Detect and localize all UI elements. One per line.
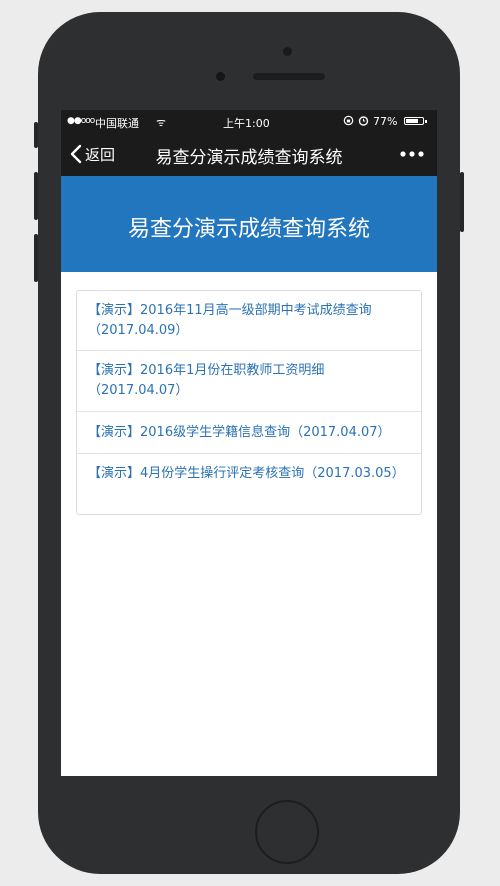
list-item-title[interactable]: 【演示】2016年11月高一级部期中考试成绩查询（2017.04.09）	[88, 301, 411, 341]
list-item-title[interactable]: 【演示】4月份学生操行评定考核查询（2017.03.05）	[88, 464, 411, 484]
list-item[interactable]: 【演示】2016年11月高一级部期中考试成绩查询（2017.04.09）	[77, 291, 421, 351]
volume-down-button	[34, 234, 38, 282]
phone-screen: ●●ooo 中国联通 ᯤ 上午1:00 77% 返回 易查分演示成绩查询系统 易…	[61, 110, 437, 776]
alarm-icon	[358, 115, 369, 129]
query-list: 【演示】2016年11月高一级部期中考试成绩查询（2017.04.09） 【演示…	[76, 290, 422, 515]
back-label: 返回	[85, 145, 116, 164]
nav-bar: 返回 易查分演示成绩查询系统	[61, 132, 437, 176]
camera-dot	[283, 47, 292, 56]
status-bar: ●●ooo 中国联通 ᯤ 上午1:00 77%	[61, 110, 437, 132]
banner-title: 易查分演示成绩查询系统	[127, 217, 370, 242]
earpiece-speaker	[253, 73, 325, 80]
list-item-title[interactable]: 【演示】2016年1月份在职教师工资明细（2017.04.07）	[88, 361, 411, 401]
signal-strength: ●●ooo	[67, 116, 95, 126]
header-banner: 易查分演示成绩查询系统	[61, 176, 437, 272]
list-item-title[interactable]: 【演示】2016级学生学籍信息查询（2017.04.07）	[88, 423, 411, 443]
mute-switch	[34, 122, 38, 148]
volume-up-button	[34, 172, 38, 220]
status-time: 上午1:00	[223, 117, 270, 130]
battery-percent: 77%	[373, 115, 398, 128]
battery-icon	[404, 117, 424, 125]
home-button[interactable]	[255, 800, 319, 864]
rotation-lock-icon	[343, 115, 354, 129]
battery-level-fill	[406, 119, 418, 123]
back-button[interactable]: 返回	[69, 142, 115, 166]
chevron-left-icon	[70, 144, 82, 164]
front-camera	[216, 72, 225, 81]
nav-title: 易查分演示成绩查询系统	[155, 148, 343, 168]
list-item[interactable]: 【演示】2016级学生学籍信息查询（2017.04.07）	[77, 412, 421, 454]
power-button	[460, 172, 464, 232]
list-item[interactable]: 【演示】4月份学生操行评定考核查询（2017.03.05）	[77, 454, 421, 514]
carrier-name: 中国联通	[95, 117, 139, 130]
wifi-icon: ᯤ	[156, 116, 167, 129]
list-item[interactable]: 【演示】2016年1月份在职教师工资明细（2017.04.07）	[77, 351, 421, 412]
more-dots-icon[interactable]	[399, 146, 425, 162]
battery-tip	[425, 120, 427, 123]
